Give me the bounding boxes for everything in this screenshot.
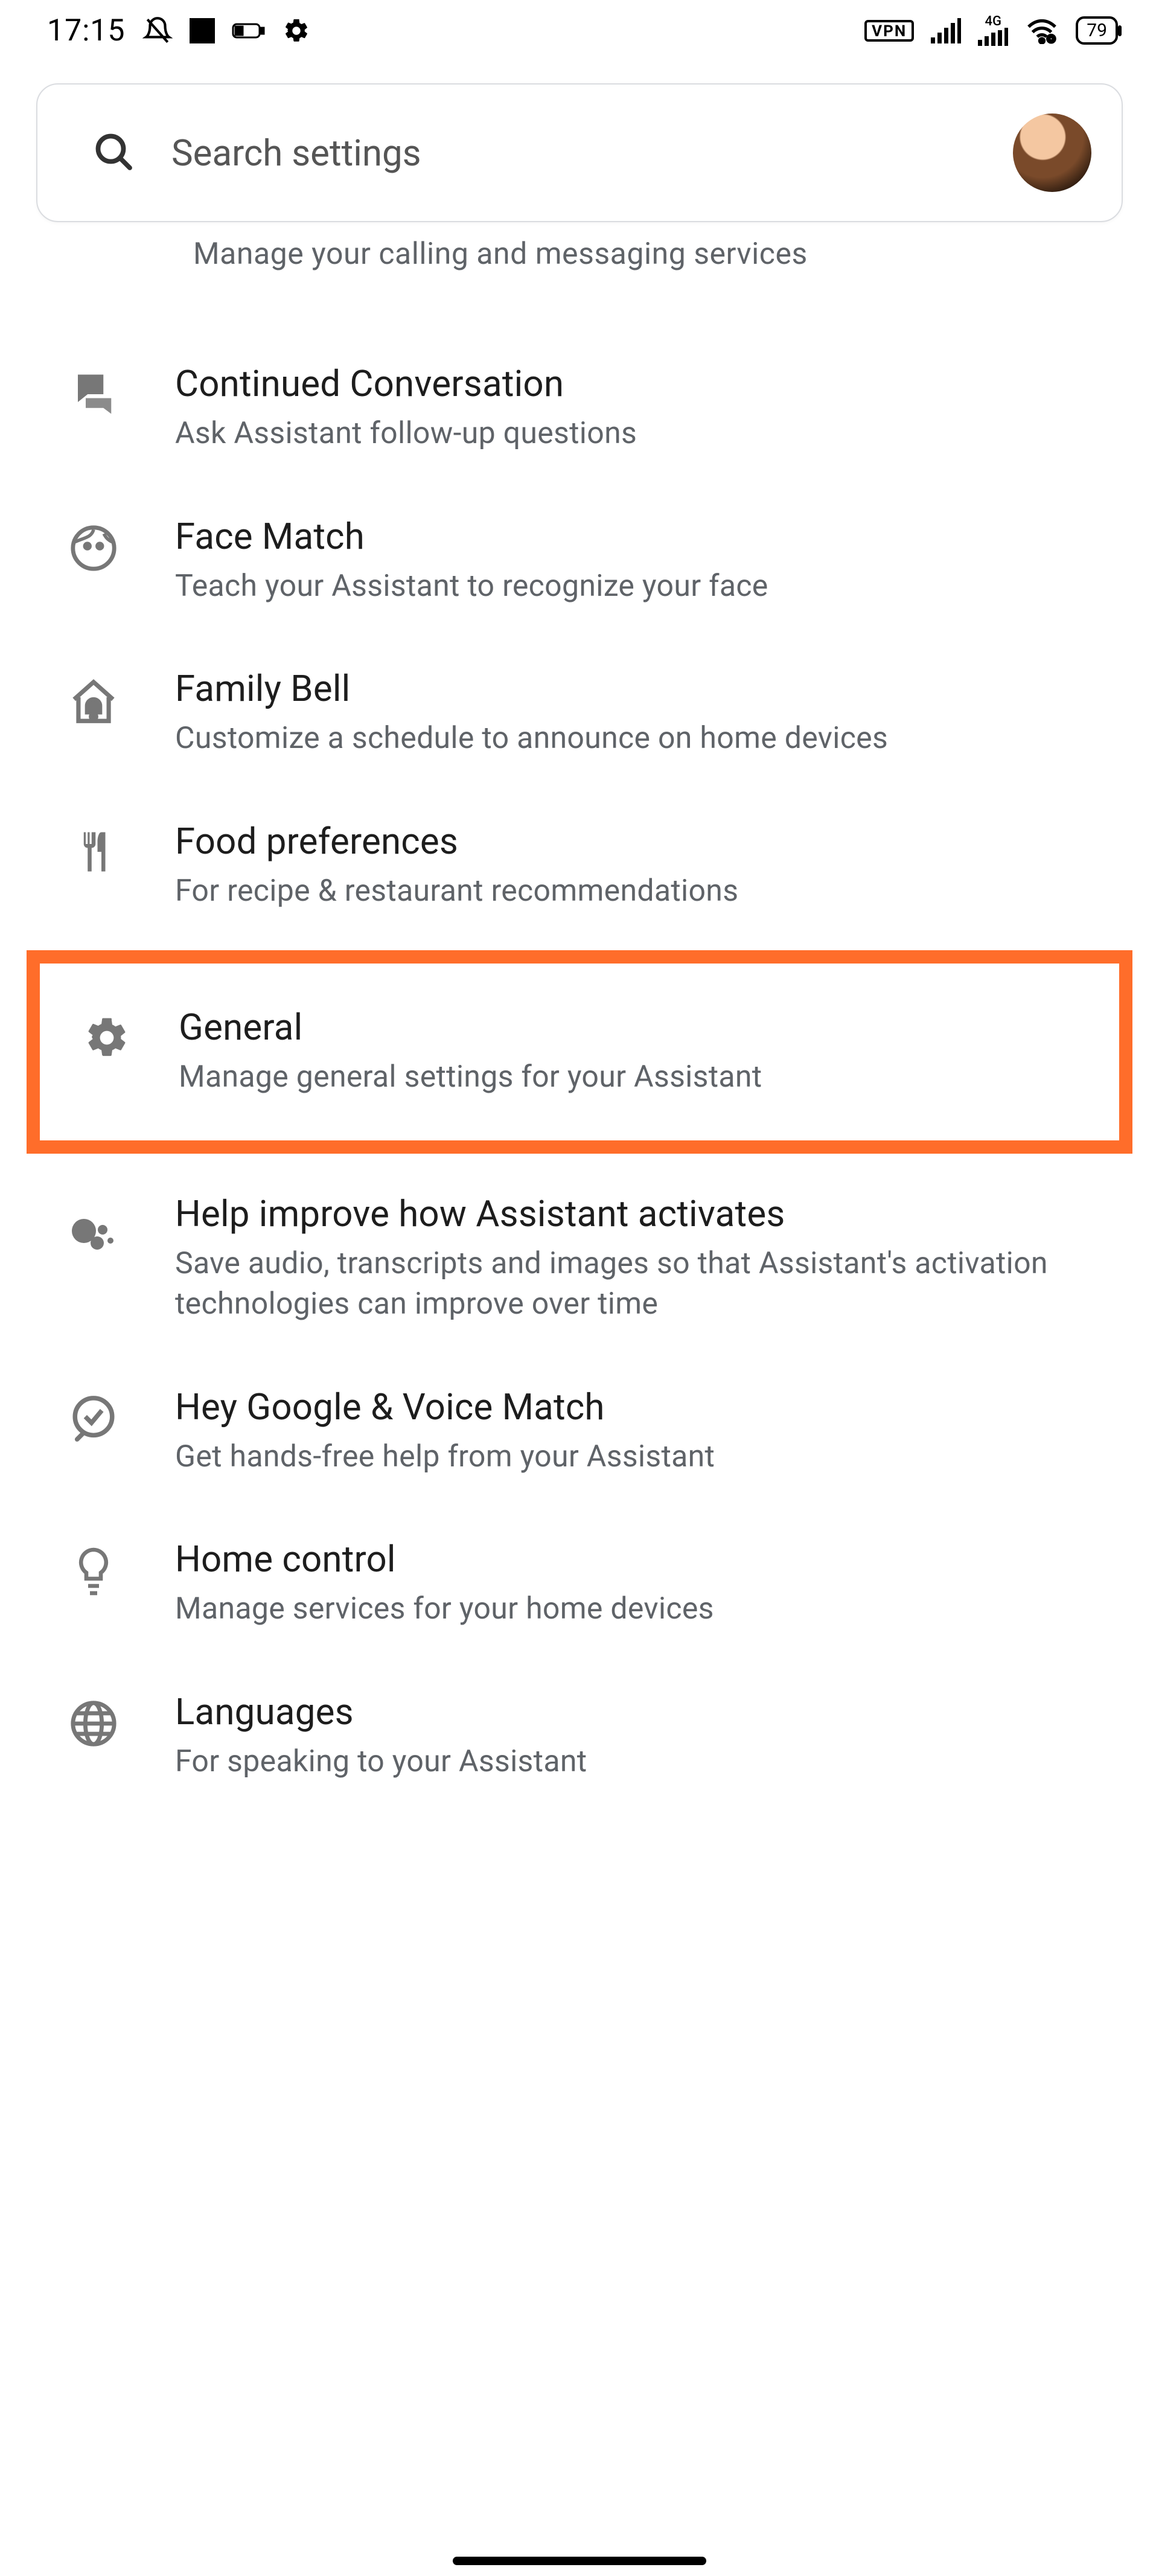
item-subtitle: Manage services for your home devices	[175, 1589, 1123, 1630]
item-subtitle: Teach your Assistant to recognize your f…	[175, 566, 1123, 607]
globe-icon	[60, 1690, 127, 1748]
item-title: Family Bell	[175, 667, 1123, 710]
settings-item-continued-conversation[interactable]: Continued Conversation Ask Assistant fol…	[0, 332, 1159, 485]
settings-list: Manage your calling and messaging servic…	[0, 237, 1159, 1812]
utensils-icon	[60, 820, 127, 875]
battery-indicator: 79	[1076, 16, 1118, 45]
profile-avatar[interactable]	[1013, 113, 1091, 192]
settings-item-hey-google-voice-match[interactable]: Hey Google & Voice Match Get hands-free …	[0, 1355, 1159, 1508]
voice-check-icon	[60, 1385, 127, 1443]
settings-item-languages[interactable]: Languages For speaking to your Assistant	[0, 1660, 1159, 1813]
face-icon	[60, 515, 127, 573]
item-subtitle: Manage general settings for your Assista…	[179, 1057, 1097, 1098]
item-subtitle: For speaking to your Assistant	[175, 1742, 1123, 1783]
item-title: Face Match	[175, 515, 1123, 558]
item-title: Languages	[175, 1690, 1123, 1733]
mute-icon	[142, 16, 173, 46]
assistant-dots-icon	[60, 1192, 127, 1255]
wifi-icon	[1025, 18, 1059, 44]
item-title: Help improve how Assistant activates	[175, 1192, 1123, 1235]
square-status-icon	[190, 18, 215, 43]
settings-item-food-preferences[interactable]: Food preferences For recipe & restaurant…	[0, 790, 1159, 942]
settings-screen: 17:15 VPN	[0, 0, 1159, 2576]
search-placeholder: Search settings	[171, 132, 977, 174]
gear-status-icon	[283, 17, 310, 45]
truncated-previous-item-subtitle: Manage your calling and messaging servic…	[0, 237, 1159, 332]
settings-item-general[interactable]: General Manage general settings for your…	[40, 964, 1119, 1140]
item-title: Continued Conversation	[175, 362, 1123, 405]
settings-item-home-control[interactable]: Home control Manage services for your ho…	[0, 1507, 1159, 1660]
chat-icon	[60, 362, 127, 418]
item-title: Home control	[175, 1538, 1123, 1580]
item-subtitle: For recipe & restaurant recommendations	[175, 871, 1123, 912]
item-title: General	[179, 1006, 1097, 1049]
signal-bars-icon	[931, 18, 961, 43]
highlight-box: General Manage general settings for your…	[27, 950, 1132, 1154]
item-title: Food preferences	[175, 820, 1123, 863]
item-subtitle: Save audio, transcripts and images so th…	[175, 1244, 1123, 1325]
home-bell-icon	[60, 667, 127, 727]
vpn-indicator: VPN	[864, 20, 914, 42]
item-subtitle: Customize a schedule to announce on home…	[175, 718, 1123, 759]
search-icon	[92, 130, 135, 176]
gear-icon	[74, 1006, 140, 1061]
clock: 17:15	[47, 13, 126, 48]
item-subtitle: Get hands-free help from your Assistant	[175, 1437, 1123, 1478]
settings-item-help-improve-activation[interactable]: Help improve how Assistant activates Sav…	[0, 1162, 1159, 1355]
status-bar: 17:15 VPN	[0, 0, 1159, 59]
item-subtitle: Ask Assistant follow-up questions	[175, 414, 1123, 455]
search-bar[interactable]: Search settings	[36, 83, 1123, 222]
bulb-icon	[60, 1538, 127, 1600]
home-indicator[interactable]	[453, 2557, 706, 2565]
settings-item-family-bell[interactable]: Family Bell Customize a schedule to anno…	[0, 637, 1159, 790]
item-title: Hey Google & Voice Match	[175, 1385, 1123, 1428]
network-4g-icon: 4G	[978, 16, 1008, 46]
battery-small-icon	[232, 22, 266, 40]
settings-item-face-match[interactable]: Face Match Teach your Assistant to recog…	[0, 485, 1159, 638]
